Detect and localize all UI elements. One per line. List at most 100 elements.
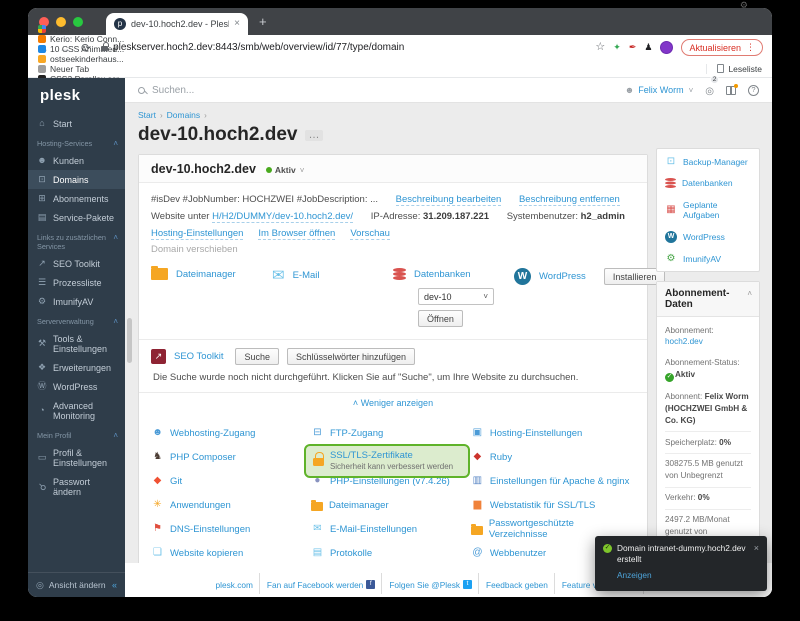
feature-item[interactable]: ◆ Git bbox=[151, 469, 303, 493]
sidebar-item[interactable]: Serververwaltung bbox=[28, 311, 125, 329]
browser-tab[interactable]: p dev-10.hoch2.dev - Plesk Ob... × bbox=[106, 13, 248, 35]
feature-item[interactable]: ◆ Ruby bbox=[471, 445, 635, 469]
sidebar-item[interactable]: ⌂ Start bbox=[28, 114, 125, 133]
feature-label[interactable]: Dateimanager bbox=[329, 500, 389, 511]
sidebar-item[interactable]: ▤ Service-Pakete bbox=[28, 208, 125, 227]
sidebar-item[interactable]: ⚒ Tools & Einstellungen bbox=[28, 329, 125, 358]
footer-link[interactable]: plesk.com bbox=[216, 580, 253, 590]
quick-link-label[interactable]: Datenbanken bbox=[682, 178, 733, 188]
feature-label[interactable]: Webstatistik für SSL/TLS bbox=[490, 500, 595, 511]
domain-action-link[interactable]: Im Browser öffnen bbox=[258, 227, 336, 240]
feature-item[interactable]: ✉ E-Mail-Einstellungen bbox=[311, 517, 463, 541]
feature-label[interactable]: Einstellungen für Apache & nginx bbox=[490, 476, 629, 487]
mail-label[interactable]: E-Mail bbox=[293, 270, 320, 281]
bookmark-item[interactable]: Kerio: Kerio Conn... bbox=[38, 34, 126, 44]
edit-description-link[interactable]: Beschreibung bearbeiten bbox=[395, 193, 502, 206]
change-view-button[interactable]: ◎ Ansicht ändern « bbox=[28, 572, 125, 597]
feature-label[interactable]: Protokolle bbox=[330, 548, 372, 559]
abonnement-link[interactable]: hoch2.dev bbox=[665, 337, 703, 346]
reading-list-button[interactable]: Leseliste bbox=[706, 63, 762, 74]
feature-label[interactable]: Webhosting-Zugang bbox=[170, 428, 255, 439]
feature-label[interactable]: Website kopieren bbox=[170, 548, 243, 559]
seo-search-button[interactable]: Suche bbox=[235, 348, 279, 366]
feature-label[interactable]: Ruby bbox=[490, 452, 512, 463]
browser-menu-icon[interactable]: ⋮ bbox=[746, 43, 755, 52]
feature-label[interactable]: E-Mail-Einstellungen bbox=[330, 524, 417, 535]
gift-icon[interactable] bbox=[726, 83, 738, 95]
breadcrumb-domains-link[interactable]: Domains bbox=[167, 110, 201, 120]
feature-item[interactable]: ▆ Webstatistik für SSL/TLS bbox=[471, 493, 635, 517]
user-menu[interactable]: ☻ Felix Worm bbox=[625, 85, 694, 95]
search-input[interactable]: Suchen... bbox=[138, 85, 194, 96]
feature-item[interactable]: SSL/TLS-Zertifikate Sicherheit kann verbe… bbox=[303, 444, 470, 479]
sidebar-item[interactable]: Hosting-Services bbox=[28, 133, 125, 151]
quick-link-label[interactable]: ImunifyAV bbox=[683, 254, 721, 264]
subscription-card-header[interactable]: Abonnement-Daten bbox=[657, 282, 759, 317]
feature-label[interactable]: Git bbox=[170, 476, 182, 487]
new-tab-button[interactable]: + bbox=[259, 15, 267, 28]
feature-item[interactable]: ▣ Hosting-Einstellungen bbox=[471, 421, 635, 445]
feature-item[interactable]: ⊟ FTP-Zugang bbox=[311, 421, 463, 445]
lighthouse-extension-icon[interactable]: ✦ bbox=[613, 43, 621, 52]
mail-tool[interactable]: ✉ E-Mail bbox=[272, 268, 393, 327]
colorpicker-extension-icon[interactable]: ✒ bbox=[629, 43, 637, 52]
bookmark-item[interactable]: Apps bbox=[38, 24, 126, 34]
sidebar-item[interactable]: ⊞ Abonnements bbox=[28, 189, 125, 208]
address-bar[interactable]: pleskserver.hoch2.dev:8443/smb/web/overv… bbox=[101, 42, 585, 53]
quick-link-label[interactable]: Geplante Aufgaben bbox=[683, 200, 751, 220]
sidebar-item[interactable]: Links zu zusätzlichen Services bbox=[28, 227, 125, 254]
footer-link[interactable]: Feedback geben bbox=[486, 580, 548, 590]
feature-label[interactable]: Webbenutzer bbox=[490, 548, 546, 559]
feature-item[interactable]: ❏ Website kopieren bbox=[151, 541, 303, 565]
sidebar-item[interactable]: ↗ SEO Toolkit bbox=[28, 254, 125, 273]
databases-label[interactable]: Datenbanken bbox=[414, 269, 471, 280]
seo-keywords-button[interactable]: Schlüsselwörter hinzufügen bbox=[287, 348, 416, 366]
extension-icon[interactable]: ♟ bbox=[644, 43, 652, 52]
sidebar-item[interactable]: ☰ Prozessliste bbox=[28, 273, 125, 292]
breadcrumb-start-link[interactable]: Start bbox=[138, 110, 156, 120]
page-actions-button[interactable]: … bbox=[305, 129, 324, 141]
toast-show-link[interactable]: Anzeigen bbox=[617, 570, 652, 580]
help-icon[interactable]: ? bbox=[748, 84, 759, 96]
quick-link-item[interactable]: ▦ Geplante Aufgaben bbox=[657, 194, 759, 225]
bookmark-item[interactable]: ostseekinderhaus... bbox=[38, 54, 126, 64]
sidebar-item[interactable]: ☻ Kunden bbox=[28, 151, 125, 170]
update-browser-button[interactable]: Aktualisieren ⋮ bbox=[681, 39, 763, 56]
toast-close-icon[interactable]: × bbox=[754, 543, 759, 553]
remove-description-link[interactable]: Beschreibung entfernen bbox=[518, 193, 620, 206]
sidebar-item[interactable]: ⚙ ImunifyAV bbox=[28, 292, 125, 311]
feature-label[interactable]: Hosting-Einstellungen bbox=[490, 428, 582, 439]
open-database-button[interactable]: Öffnen bbox=[418, 310, 463, 328]
collapse-sidebar-icon[interactable]: « bbox=[112, 580, 117, 590]
feature-item[interactable]: ▥ Einstellungen für Apache & nginx bbox=[471, 469, 635, 493]
quick-link-item[interactable]: ⊡ Backup-Manager bbox=[657, 151, 759, 172]
feature-label[interactable]: SSL/TLS-Zertifikate bbox=[330, 450, 453, 461]
sidebar-item[interactable]: ⚲ Passwort ändern bbox=[28, 472, 125, 501]
sidebar-item[interactable]: ▭ Profil & Einstellungen bbox=[28, 443, 125, 472]
feature-item[interactable]: Dateimanager bbox=[310, 493, 463, 517]
quick-link-item[interactable]: ⚙ ImunifyAV bbox=[657, 248, 759, 269]
feature-label[interactable]: FTP-Zugang bbox=[330, 428, 383, 439]
database-select[interactable]: dev-10 bbox=[418, 288, 494, 306]
footer-social-icon[interactable]: t bbox=[463, 580, 472, 589]
wordpress-label[interactable]: WordPress bbox=[539, 271, 586, 282]
feature-item[interactable]: ✳ Anwendungen bbox=[151, 493, 303, 517]
footer-link[interactable]: Fan auf Facebook werden bbox=[267, 580, 363, 590]
scrollbar-thumb[interactable] bbox=[127, 318, 132, 363]
sidebar-item[interactable]: ⊡ Domains bbox=[28, 170, 125, 189]
sidebar-item[interactable]: ❖ Erweiterungen bbox=[28, 358, 125, 377]
domain-status-dropdown[interactable]: Aktiv bbox=[265, 165, 304, 175]
feature-item[interactable]: ☻ Webhosting-Zugang bbox=[151, 421, 303, 445]
feature-item[interactable]: ▤ Protokolle bbox=[311, 541, 463, 565]
seo-toolkit-link[interactable]: SEO Toolkit bbox=[174, 351, 223, 362]
file-manager-label[interactable]: Dateimanager bbox=[176, 269, 236, 280]
quick-link-label[interactable]: Backup-Manager bbox=[683, 157, 748, 167]
feature-label[interactable]: DNS-Einstellungen bbox=[170, 524, 250, 535]
profile-avatar[interactable] bbox=[660, 41, 674, 54]
feature-label[interactable]: PHP Composer bbox=[170, 452, 236, 463]
footer-social-icon[interactable]: f bbox=[366, 580, 376, 589]
feature-label[interactable]: Anwendungen bbox=[170, 500, 231, 511]
quick-link-label[interactable]: WordPress bbox=[683, 232, 725, 242]
bookmark-item[interactable]: Neuer Tab bbox=[38, 64, 126, 74]
sidebar-item[interactable]: Mein Profil bbox=[28, 425, 125, 443]
